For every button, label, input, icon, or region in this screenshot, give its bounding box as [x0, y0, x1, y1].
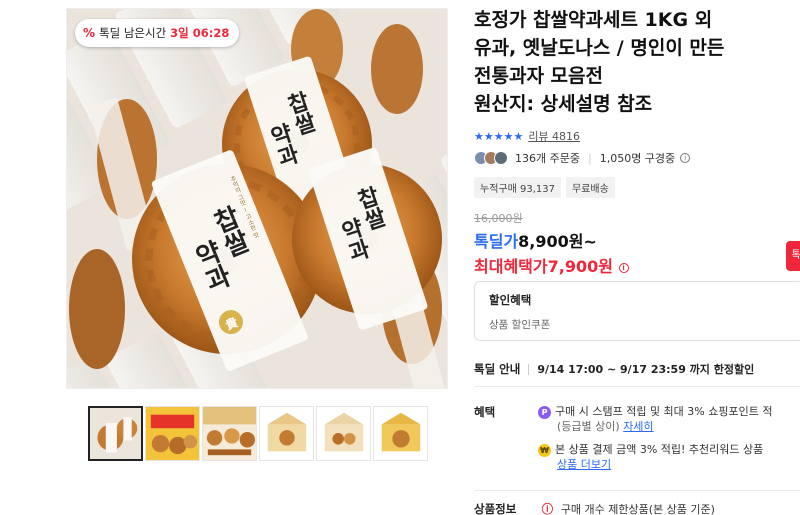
thumbnail-5[interactable] [316, 406, 371, 461]
thumbnail-image [90, 408, 141, 459]
social-proof-row: 136개 주문중 | 1,050명 구경중 i [474, 150, 691, 166]
watching-count: 1,050명 구경중 [599, 152, 676, 165]
tag-free-shipping: 무료배송 [565, 177, 615, 198]
buyer-avatars [474, 151, 508, 165]
title-line-2: 유과, 옛날도나스 / 명인이 만든 [474, 37, 725, 59]
thumbnail-image [146, 407, 199, 460]
title-line-1: 호정가 찹쌀약과세트 1KG 외 [474, 9, 713, 31]
thumbnail-image [260, 407, 313, 460]
timer-label: 톡딜 남은시간 [99, 26, 167, 40]
section-divider [474, 386, 800, 387]
discount-sub: 상품 할인쿠폰 [489, 319, 551, 331]
point-icon: P [538, 405, 551, 419]
tag-cumulative-purchase: 누적구매 93,137 [474, 177, 561, 198]
product-main-image[interactable]: 찹쌀 약과 추억의 그맛 ~ 고소한 맛 貴 찹쌀 약과 찹쌀 약과 % 톡딜 … [66, 8, 448, 389]
yakgwa-photo: 찹쌀 약과 추억의 그맛 ~ 고소한 맛 貴 찹쌀 약과 찹쌀 약과 [67, 9, 447, 388]
percent-icon: % [83, 26, 96, 40]
reward-icon: ₩ [538, 443, 551, 457]
deal-price-label: 톡딜가 [474, 232, 519, 251]
benefit-line-1: P 구매 시 스탬프 적립 및 최대 3% 쇼핑포인트 적 [538, 404, 772, 419]
deal-price-value: 8,900원~ [518, 232, 597, 251]
thumbnail-image [317, 407, 370, 460]
max-price-value: 7,900원 [547, 257, 613, 276]
warning-icon: ⓘ [541, 502, 554, 515]
thumbnail-strip [88, 406, 428, 461]
benefit-line-1-text: 구매 시 스탬프 적립 및 최대 3% 쇼핑포인트 적 [555, 405, 773, 418]
original-price: 16,000원 [474, 212, 523, 225]
benefit-line-2: ₩ 본 상품 결제 금액 3% 적립! 추천리워드 상품 [538, 442, 763, 457]
product-tags: 누적구매 93,137 무료배송 [474, 177, 615, 198]
max-price-label: 최대혜택가 [474, 257, 548, 276]
title-line-4: 원산지: 상세설명 참조 [474, 93, 653, 115]
benefit-line-2-text: 본 상품 결제 금액 3% 적립! 추천리워드 상품 [555, 443, 764, 456]
product-info-label: 상품정보 [474, 502, 517, 515]
benefit-line-1b: (등급별 상이) 자세히 [557, 419, 654, 434]
ordering-count: 136개 주문중 [515, 152, 580, 165]
benefit-detail-link[interactable]: 자세히 [623, 420, 653, 433]
side-action-button[interactable]: 톡 [786, 241, 800, 271]
max-benefit-price: 최대혜택가7,900원 i [474, 253, 629, 277]
info-icon[interactable]: i [680, 153, 691, 163]
product-title: 호정가 찹쌀약과세트 1KG 외 유과, 옛날도나스 / 명인이 만든 전통과자… [474, 6, 800, 118]
benefit-label: 혜택 [474, 405, 496, 419]
star-rating-icon: ★★★★★ [474, 129, 524, 143]
product-info-value: 구매 개수 제한상품(본 상품 기준) [560, 503, 715, 515]
divider [528, 363, 530, 375]
avatar [494, 151, 508, 165]
more-products-link[interactable]: 상품 더보기 [557, 458, 611, 471]
review-count-link[interactable]: 리뷰 4816 [528, 128, 580, 144]
deal-info-value: 9/14 17:00 ~ 9/17 23:59 까지 한정할인 [537, 363, 755, 376]
thumbnail-image [203, 407, 256, 460]
discount-heading: 할인혜택 [489, 293, 532, 307]
deal-price: 톡딜가8,900원~ [474, 228, 597, 252]
discount-benefit-box[interactable]: 할인혜택 상품 할인쿠폰 [474, 281, 800, 341]
divider: | [587, 151, 592, 165]
thumbnail-1[interactable] [88, 406, 143, 461]
thumbnail-6[interactable] [373, 406, 428, 461]
thumbnail-image [374, 407, 427, 460]
deal-info-row: 톡딜 안내 9/14 17:00 ~ 9/17 23:59 까지 한정할인 [474, 361, 754, 377]
benefit-line-1-sub: (등급별 상이) [557, 420, 620, 433]
section-divider [474, 490, 800, 491]
deal-timer-badge: % 톡딜 남은시간 3일 06:28 [75, 19, 240, 47]
thumbnail-2[interactable] [145, 406, 200, 461]
info-icon[interactable]: i [618, 262, 629, 273]
title-line-3: 전통과자 모음전 [474, 65, 603, 87]
deal-info-label: 톡딜 안내 [474, 362, 521, 376]
benefit-line-2b: 상품 더보기 [557, 457, 611, 472]
thumbnail-4[interactable] [259, 406, 314, 461]
thumbnail-3[interactable] [202, 406, 257, 461]
timer-value: 3일 06:28 [170, 26, 230, 40]
product-info-row: 상품정보 ⓘ 구매 개수 제한상품(본 상품 기준) [474, 501, 715, 515]
rating-row: ★★★★★ 리뷰 4816 [474, 128, 580, 144]
